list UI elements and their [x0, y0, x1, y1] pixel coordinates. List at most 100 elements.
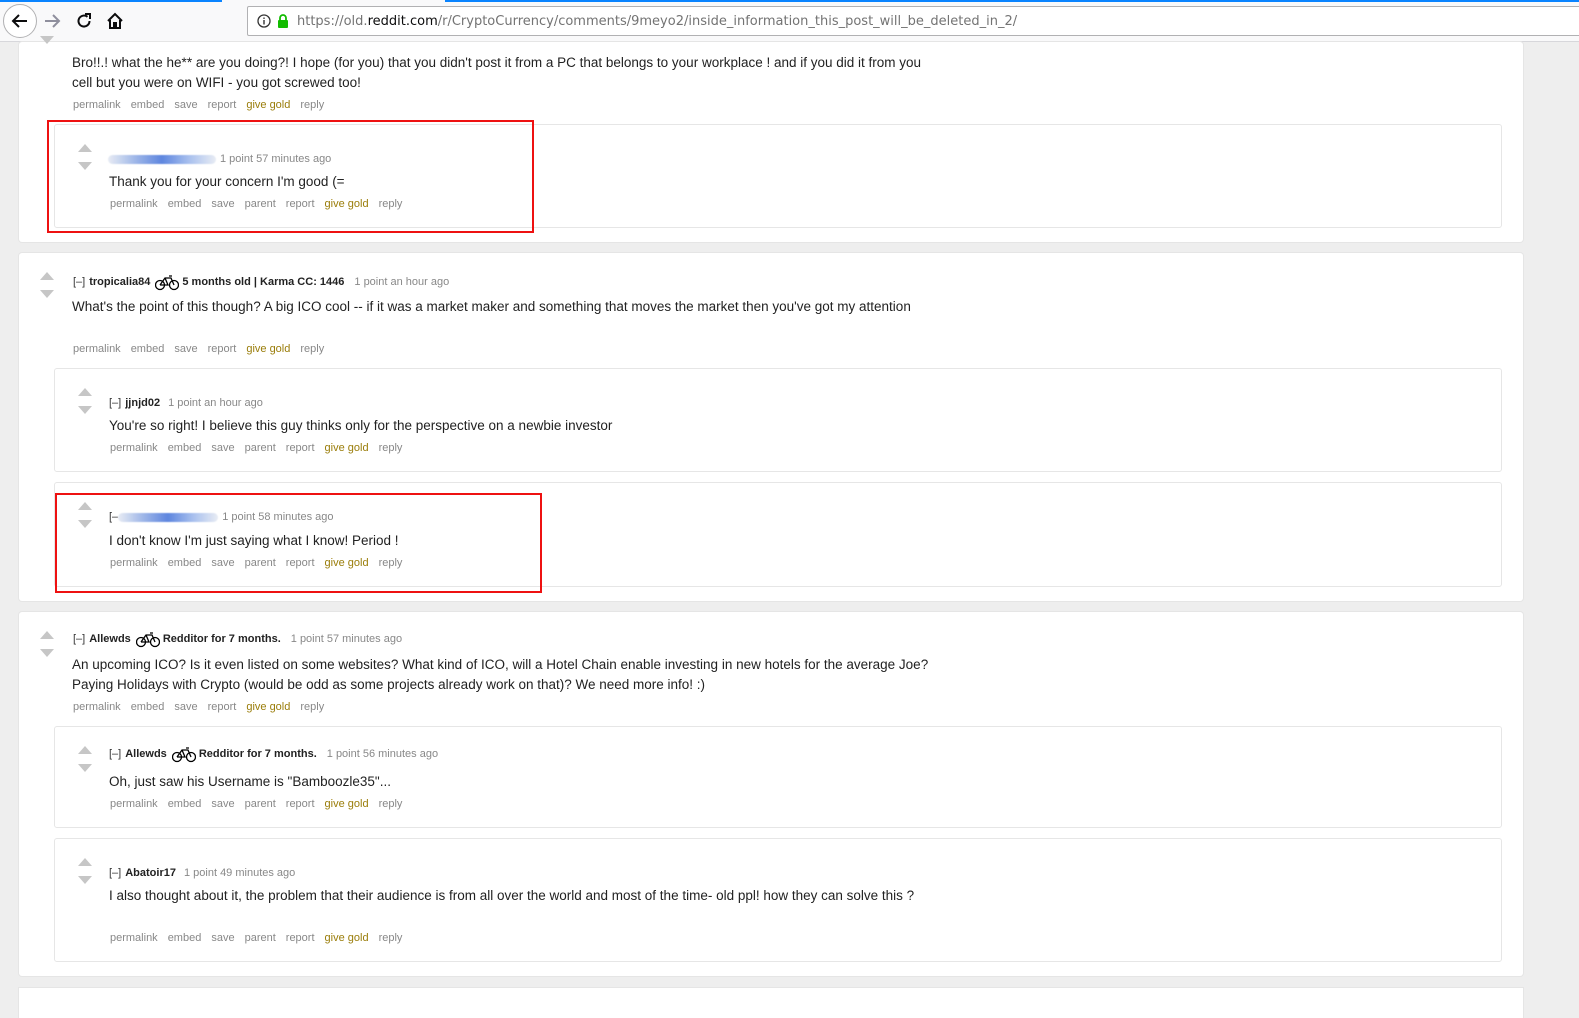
upvote-arrow-icon[interactable]: [78, 746, 92, 754]
report-link[interactable]: report: [286, 557, 315, 569]
give-gold-link[interactable]: give gold: [325, 932, 369, 944]
info-icon[interactable]: [257, 14, 271, 28]
upvote-arrow-icon[interactable]: [78, 388, 92, 396]
author-link[interactable]: jjnjd02: [125, 397, 160, 409]
embed-link[interactable]: embed: [168, 932, 202, 944]
author-link[interactable]: Allewds: [125, 748, 167, 760]
upvote-arrow-icon[interactable]: [78, 144, 92, 152]
downvote-arrow-icon[interactable]: [40, 290, 54, 298]
save-link[interactable]: save: [174, 701, 197, 713]
downvote-arrow-icon[interactable]: [78, 764, 92, 772]
comment-actions: permalink embed save parent report give …: [110, 798, 412, 810]
permalink-link[interactable]: permalink: [73, 343, 121, 355]
give-gold-link[interactable]: give gold: [246, 343, 290, 355]
collapse-toggle[interactable]: [–: [109, 511, 118, 523]
give-gold-link[interactable]: give gold: [325, 557, 369, 569]
embed-link[interactable]: embed: [168, 442, 202, 454]
downvote-arrow-icon[interactable]: [78, 406, 92, 414]
author-link[interactable]: Abatoir17: [125, 867, 176, 879]
vote-arrows: [78, 746, 94, 772]
downvote-arrow-icon[interactable]: [40, 649, 54, 657]
save-link[interactable]: save: [211, 932, 234, 944]
reply-link[interactable]: reply: [300, 701, 324, 713]
reply-link[interactable]: reply: [300, 343, 324, 355]
save-link[interactable]: save: [174, 343, 197, 355]
home-button[interactable]: [100, 6, 130, 36]
upvote-arrow-icon[interactable]: [40, 272, 54, 280]
embed-link[interactable]: embed: [131, 343, 165, 355]
give-gold-link[interactable]: give gold: [325, 442, 369, 454]
downvote-arrow-icon[interactable]: [78, 520, 92, 528]
url-text: https://old.reddit.com/r/CryptoCurrency/…: [297, 13, 1018, 29]
comment-meta: 1 point 58 minutes ago: [222, 511, 334, 523]
report-link[interactable]: report: [286, 442, 315, 454]
author-link[interactable]: Allewds: [89, 633, 131, 645]
address-bar[interactable]: https://old.reddit.com/r/CryptoCurrency/…: [247, 6, 1579, 36]
embed-link[interactable]: embed: [131, 99, 165, 111]
reply-link[interactable]: reply: [379, 932, 403, 944]
collapse-toggle[interactable]: [–]: [73, 276, 85, 288]
give-gold-link[interactable]: give gold: [246, 701, 290, 713]
next-comment-thread: [19, 988, 1523, 1018]
permalink-link[interactable]: permalink: [110, 932, 158, 944]
permalink-link[interactable]: permalink: [110, 198, 158, 210]
comment-meta: 1 point 57 minutes ago: [220, 153, 332, 165]
upvote-arrow-icon[interactable]: [78, 502, 92, 510]
report-link[interactable]: report: [286, 198, 315, 210]
reply-link[interactable]: reply: [379, 798, 403, 810]
collapse-toggle[interactable]: [–]: [73, 633, 85, 645]
reply-link[interactable]: reply: [300, 99, 324, 111]
save-link[interactable]: save: [211, 198, 234, 210]
permalink-link[interactable]: permalink: [110, 798, 158, 810]
downvote-arrow-icon[interactable]: [40, 36, 54, 44]
comment-actions: permalink embed save parent report give …: [110, 442, 412, 454]
redacted-username: [108, 154, 216, 164]
report-link[interactable]: report: [208, 99, 237, 111]
user-flair: Redditor for 7 months.: [162, 633, 281, 645]
embed-link[interactable]: embed: [131, 701, 165, 713]
report-link[interactable]: report: [208, 343, 237, 355]
parent-link[interactable]: parent: [245, 798, 276, 810]
permalink-link[interactable]: permalink: [73, 99, 121, 111]
back-button[interactable]: [3, 4, 37, 38]
parent-link[interactable]: parent: [245, 442, 276, 454]
permalink-link[interactable]: permalink: [73, 701, 121, 713]
vote-arrows: [40, 272, 56, 298]
embed-link[interactable]: embed: [168, 798, 202, 810]
parent-link[interactable]: parent: [245, 932, 276, 944]
reload-button[interactable]: [69, 6, 99, 36]
give-gold-link[interactable]: give gold: [325, 798, 369, 810]
upvote-arrow-icon[interactable]: [78, 858, 92, 866]
reply-link[interactable]: reply: [379, 198, 403, 210]
save-link[interactable]: save: [211, 442, 234, 454]
permalink-link[interactable]: permalink: [110, 442, 158, 454]
report-link[interactable]: report: [286, 932, 315, 944]
parent-link[interactable]: parent: [245, 557, 276, 569]
comment-tagline: [–] tropicalia84 5 months old | Karma CC…: [73, 273, 449, 291]
embed-link[interactable]: embed: [168, 557, 202, 569]
forward-arrow-icon: [45, 14, 61, 28]
collapse-toggle[interactable]: [–]: [109, 867, 121, 879]
embed-link[interactable]: embed: [168, 198, 202, 210]
reply-link[interactable]: reply: [379, 442, 403, 454]
report-link[interactable]: report: [286, 798, 315, 810]
permalink-link[interactable]: permalink: [110, 557, 158, 569]
upvote-arrow-icon[interactable]: [40, 631, 54, 639]
report-link[interactable]: report: [208, 701, 237, 713]
collapse-toggle[interactable]: [–]: [109, 397, 121, 409]
save-link[interactable]: save: [174, 99, 197, 111]
collapse-toggle[interactable]: [–]: [109, 748, 121, 760]
forward-button[interactable]: [37, 6, 67, 36]
downvote-arrow-icon[interactable]: [78, 162, 92, 170]
comment-tagline: [– 1 point 58 minutes ago: [109, 511, 334, 523]
author-link[interactable]: tropicalia84: [89, 276, 150, 288]
parent-link[interactable]: parent: [245, 198, 276, 210]
reply-link[interactable]: reply: [379, 557, 403, 569]
lock-icon[interactable]: [277, 14, 289, 28]
save-link[interactable]: save: [211, 557, 234, 569]
give-gold-link[interactable]: give gold: [325, 198, 369, 210]
comment-body: You're so right! I believe this guy thin…: [109, 418, 613, 433]
save-link[interactable]: save: [211, 798, 234, 810]
give-gold-link[interactable]: give gold: [246, 99, 290, 111]
downvote-arrow-icon[interactable]: [78, 876, 92, 884]
